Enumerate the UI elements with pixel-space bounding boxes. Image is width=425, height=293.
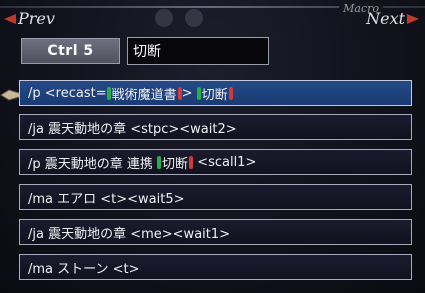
- right-arrow-icon: [407, 14, 419, 24]
- macro-line-text: /ja 震天動地の章 <stpc><wait2>: [28, 121, 237, 137]
- macro-line-text: /ma エアロ <t><wait5>: [28, 191, 185, 207]
- macro-line-6[interactable]: /ma ストーン <t>: [19, 254, 412, 280]
- macro-line-text: >: [181, 85, 197, 101]
- prev-button[interactable]: Prev: [4, 10, 55, 28]
- auto-translate-text: 切断: [162, 156, 189, 172]
- next-label: Next: [366, 9, 405, 28]
- macro-line-text: /ja 震天動地の章 <me><wait1>: [28, 226, 231, 242]
- auto-translate-close-icon: [228, 86, 233, 100]
- auto-translate-text: 戦術魔道書: [111, 87, 177, 103]
- frame-border: Macro: [0, 2, 425, 15]
- macro-line-3[interactable]: /p 震天動地の章 連携 切断 <scall1>: [19, 149, 412, 175]
- macro-line-text: /ma ストーン <t>: [28, 261, 140, 277]
- next-button[interactable]: Next: [366, 10, 419, 28]
- macro-line-1[interactable]: /p <recast= 戦術魔道書 > 切断: [19, 80, 412, 106]
- macro-name-field[interactable]: 切断: [127, 37, 269, 65]
- left-arrow-icon: [4, 14, 16, 24]
- auto-translate-open-icon: [196, 86, 201, 100]
- auto-translate-phrase: 戦術魔道書: [106, 84, 182, 103]
- auto-translate-open-icon: [157, 155, 162, 169]
- prev-label: Prev: [18, 9, 55, 28]
- macro-line-text: /p 震天動地の章 連携: [28, 156, 158, 172]
- background-emblem-icon: [155, 9, 203, 27]
- macro-set-label: Ctrl 5: [21, 38, 120, 64]
- macro-line-text: <scall1>: [193, 154, 257, 170]
- auto-translate-text: 切断: [201, 87, 228, 103]
- macro-line-text: /p <recast=: [28, 85, 107, 101]
- macro-line-5[interactable]: /ja 震天動地の章 <me><wait1>: [19, 219, 412, 245]
- macro-line-4[interactable]: /ma エアロ <t><wait5>: [19, 184, 412, 210]
- auto-translate-open-icon: [106, 86, 111, 100]
- macro-editor-panel: Macro Prev Next Ctrl 5 切断 /p <recast= 戦術魔…: [0, 0, 425, 293]
- macro-line-2[interactable]: /ja 震天動地の章 <stpc><wait2>: [19, 114, 412, 140]
- auto-translate-phrase: 切断: [196, 84, 233, 103]
- auto-translate-phrase: 切断: [157, 153, 194, 172]
